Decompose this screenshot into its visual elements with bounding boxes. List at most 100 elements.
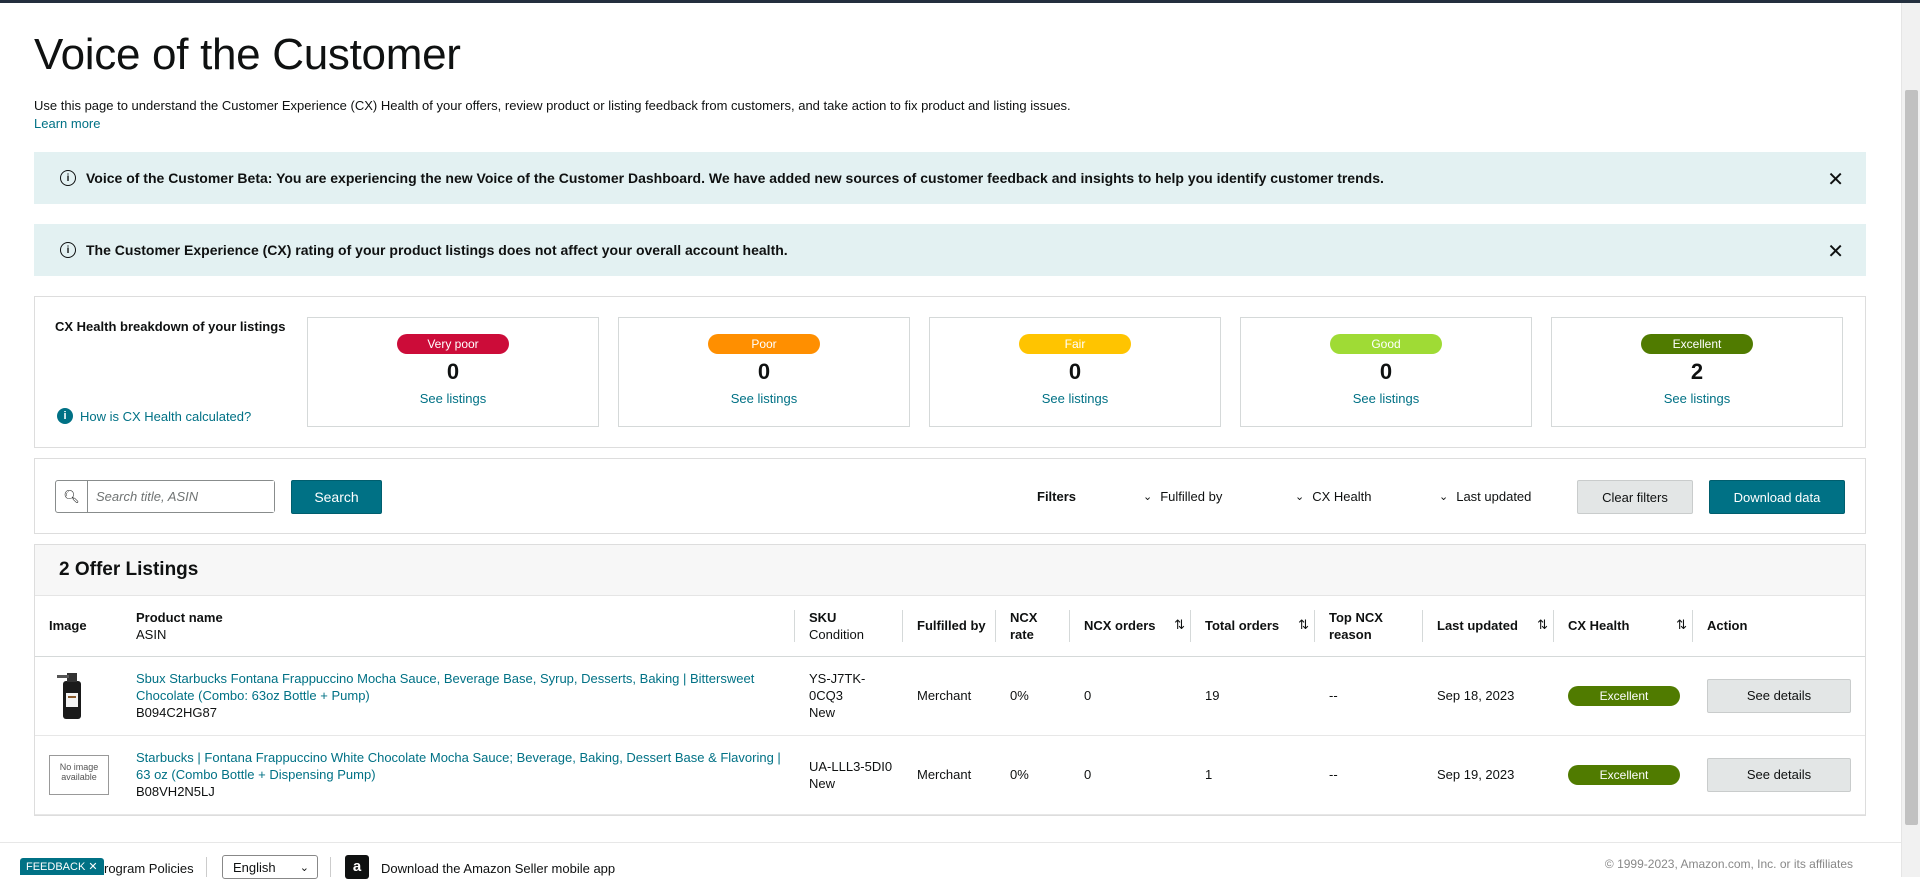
col-sku: SKU Condition — [795, 596, 903, 657]
see-listings-link[interactable]: See listings — [930, 391, 1220, 406]
cx-badge: Good — [1330, 334, 1442, 354]
filter-cx-health[interactable]: ⌄ CX Health — [1295, 489, 1371, 504]
cx-health-cell: Excellent — [1554, 735, 1693, 815]
see-details-button[interactable]: See details — [1707, 757, 1851, 792]
last-updated: Sep 18, 2023 — [1423, 656, 1554, 736]
top-ncx-reason: -- — [1315, 656, 1423, 736]
col-last-updated[interactable]: Last updated ⇅ — [1423, 596, 1554, 657]
total-orders: 19 — [1191, 656, 1315, 736]
vertical-scrollbar[interactable] — [1901, 3, 1920, 877]
col-fulfilled-by: Fulfilled by — [903, 596, 996, 657]
col-action: Action — [1693, 596, 1865, 657]
filter-fulfilled-by[interactable]: ⌄ Fulfilled by — [1143, 489, 1222, 504]
status-badge: Excellent — [1568, 764, 1680, 785]
no-image-placeholder[interactable]: No image available — [49, 754, 109, 795]
cx-count: 2 — [1690, 359, 1704, 384]
amazon-app-icon[interactable]: a — [345, 855, 369, 879]
divider — [330, 857, 331, 877]
product-name-cell: Starbucks | Fontana Frappuccino White Ch… — [122, 735, 795, 815]
cx-health-panel: CX Health breakdown of your listings i H… — [34, 296, 1866, 448]
last-updated: Sep 19, 2023 — [1423, 735, 1554, 815]
condition: New — [809, 705, 836, 720]
info-icon: i — [60, 242, 76, 258]
table-header-row: Image Product name ASIN SKU Condition Fulf… — [35, 596, 1865, 657]
listings-heading: 2 Offer Listings — [35, 545, 1865, 596]
cx-health-help-link[interactable]: i How is CX Health calculated? — [57, 408, 251, 424]
cx-health-help-text[interactable]: How is CX Health calculated? — [80, 409, 251, 424]
listings-table: Image Product name ASIN SKU Condition Fulf… — [35, 596, 1865, 815]
language-value[interactable]: English — [233, 860, 276, 875]
action-cell: See details — [1693, 735, 1865, 815]
cx-card-very-poor: Very poor 0 See listings — [307, 317, 599, 427]
cx-count: 0 — [757, 359, 771, 384]
ncx-orders: 0 — [1070, 656, 1191, 736]
see-listings-link[interactable]: See listings — [1241, 391, 1531, 406]
learn-more-link[interactable]: Learn more — [34, 116, 100, 131]
filters-label: Filters — [1037, 489, 1077, 504]
fulfilled-by: Merchant — [903, 656, 996, 736]
cx-count: 0 — [446, 359, 460, 384]
search-box: 🔍︎ — [55, 480, 275, 513]
sort-icon[interactable]: ⇅ — [1298, 616, 1309, 633]
scrollbar-thumb[interactable] — [1905, 90, 1918, 825]
cx-health-cell: Excellent — [1554, 656, 1693, 736]
info-icon: i — [60, 170, 76, 186]
product-name-link[interactable]: Sbux Starbucks Fontana Frappuccino Mocha… — [136, 671, 754, 703]
close-icon[interactable]: ✕ — [1827, 167, 1844, 192]
cx-count: 0 — [1068, 359, 1082, 384]
cx-rating-alert: i The Customer Experience (CX) rating of… — [34, 224, 1866, 276]
asin: B094C2HG87 — [136, 705, 217, 720]
beta-alert-text: Voice of the Customer Beta: You are expe… — [86, 170, 1384, 186]
cx-health-title: CX Health breakdown of your listings — [55, 319, 286, 334]
sort-icon[interactable]: ⇅ — [1174, 616, 1185, 633]
see-listings-link[interactable]: See listings — [308, 391, 598, 406]
language-select[interactable]: English ⌄ — [222, 855, 318, 879]
download-data-button[interactable]: Download data — [1709, 480, 1845, 514]
product-image[interactable]: No image available — [35, 735, 122, 815]
search-button[interactable]: Search — [291, 480, 382, 514]
chevron-down-icon: ⌄ — [1143, 491, 1153, 503]
download-app-link[interactable]: Download the Amazon Seller mobile app — [381, 861, 615, 876]
program-policies-link[interactable]: rogram Policies — [104, 861, 194, 876]
top-border — [0, 0, 1920, 3]
ncx-rate: 0% — [996, 735, 1070, 815]
search-icon: 🔍︎ — [56, 481, 88, 512]
clear-filters-button[interactable]: Clear filters — [1577, 480, 1693, 514]
top-ncx-reason: -- — [1315, 735, 1423, 815]
search-input[interactable] — [88, 481, 274, 512]
product-image[interactable] — [35, 656, 122, 736]
cx-card-poor: Poor 0 See listings — [618, 317, 910, 427]
see-listings-link[interactable]: See listings — [1552, 391, 1842, 406]
total-orders: 1 — [1191, 735, 1315, 815]
filter-fulfilled-label[interactable]: Fulfilled by — [1160, 489, 1222, 504]
cx-card-good: Good 0 See listings — [1240, 317, 1532, 427]
col-cx-health[interactable]: CX Health ⇅ — [1554, 596, 1693, 657]
see-details-button[interactable]: See details — [1707, 678, 1851, 713]
beta-alert: i Voice of the Customer Beta: You are ex… — [34, 152, 1866, 204]
action-cell: See details — [1693, 656, 1865, 736]
close-icon[interactable]: ✕ — [88, 861, 97, 873]
info-icon: i — [57, 408, 73, 424]
col-total-orders[interactable]: Total orders ⇅ — [1191, 596, 1315, 657]
close-icon[interactable]: ✕ — [1827, 239, 1844, 264]
filter-last-updated[interactable]: ⌄ Last updated — [1439, 489, 1531, 504]
page-title: Voice of the Customer — [34, 30, 461, 79]
feedback-label[interactable]: FEEDBACK — [26, 861, 85, 873]
product-thumbnail[interactable] — [57, 671, 87, 721]
feedback-tab[interactable]: FEEDBACK ✕ — [20, 858, 104, 875]
cx-count: 0 — [1379, 359, 1393, 384]
ncx-rate: 0% — [996, 656, 1070, 736]
status-badge: Excellent — [1568, 685, 1680, 706]
see-listings-link[interactable]: See listings — [619, 391, 909, 406]
footer: rogram Policies FEEDBACK ✕ English ⌄ a Do… — [0, 842, 1901, 879]
copyright: © 1999-2023, Amazon.com, Inc. or its aff… — [1604, 857, 1853, 871]
col-image: Image — [35, 596, 122, 657]
table-row: Sbux Starbucks Fontana Frappuccino Mocha… — [35, 656, 1865, 736]
sort-icon[interactable]: ⇅ — [1537, 616, 1548, 633]
filter-updated-label[interactable]: Last updated — [1456, 489, 1531, 504]
filter-toolbar: 🔍︎ Search Filters ⌄ Fulfilled by ⌄ CX He… — [34, 458, 1866, 534]
sort-icon[interactable]: ⇅ — [1676, 616, 1687, 633]
product-name-link[interactable]: Starbucks | Fontana Frappuccino White Ch… — [136, 750, 781, 782]
col-ncx-orders[interactable]: NCX orders ⇅ — [1070, 596, 1191, 657]
filter-cx-label[interactable]: CX Health — [1312, 489, 1371, 504]
